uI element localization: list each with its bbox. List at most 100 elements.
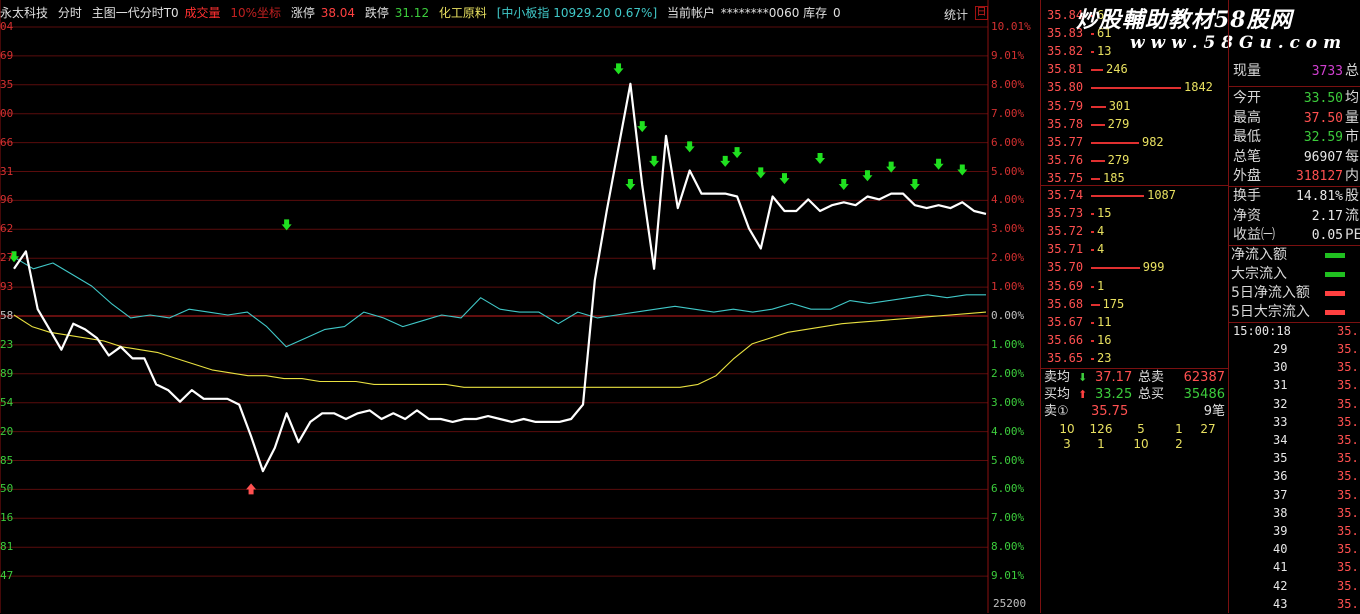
buy-signal-arrow-icon[interactable] — [246, 483, 257, 495]
right-axis-tick: 4.00% — [991, 193, 1025, 207]
stats-box-button[interactable]: 日 — [975, 6, 988, 20]
tick-row[interactable]: 34 35. — [1229, 431, 1360, 450]
queue-order-size: 1 — [1097, 437, 1105, 451]
ask-level[interactable]: 35.78 279 — [1041, 115, 1229, 134]
level-volume-bar — [1091, 357, 1094, 360]
tick-row[interactable]: 33 35. — [1229, 413, 1360, 432]
limit-down-value: 31.12 — [394, 6, 430, 20]
bid-level[interactable]: 35.70 999 — [1041, 258, 1229, 277]
sell-signal-arrow-icon[interactable] — [815, 152, 826, 164]
sell-signal-arrow-icon[interactable] — [838, 178, 849, 190]
bid-level[interactable]: 35.65 23 — [1041, 349, 1229, 368]
tick-row[interactable]: 30 35. — [1229, 358, 1360, 377]
limit-down-label: 跌停 — [364, 6, 389, 20]
tick-row[interactable]: 40 35. — [1229, 540, 1360, 559]
tick-second: 31 — [1273, 378, 1288, 393]
right-axis-tick: 3.00% — [991, 395, 1025, 409]
fund-flow-row: 大宗流入 — [1229, 265, 1360, 284]
sell-signal-arrow-icon[interactable] — [957, 164, 968, 176]
sell-signal-arrow-icon[interactable] — [755, 167, 766, 179]
buy-avg-row: 买均 ⬆ 33.25 总买 35486 — [1041, 387, 1229, 403]
right-axis-tick: 1.00% — [991, 337, 1025, 351]
left-axis-tick: 23 — [0, 337, 14, 351]
sell-signal-arrow-icon[interactable] — [281, 219, 292, 231]
ask-level[interactable]: 35.77 982 — [1041, 133, 1229, 152]
tick-second: 35 — [1273, 451, 1288, 466]
tick-row[interactable]: 42 35. — [1229, 577, 1360, 596]
bid-level[interactable]: 35.72 4 — [1041, 222, 1229, 241]
tick-second: 36 — [1273, 469, 1288, 484]
quote-panel: 现量 3733 总 今开 33.50 均最高 37.50 量最低 32.59 市总笔 9690… — [1228, 0, 1360, 613]
total-buy-label: 总买 — [1138, 387, 1165, 402]
industry-label[interactable]: 化工原料 — [439, 6, 487, 20]
left-axis-tick: 85 — [0, 453, 14, 467]
tick-row[interactable]: 36 35. — [1229, 467, 1360, 486]
sell-signal-arrow-icon[interactable] — [779, 173, 790, 185]
left-axis-tick: 62 — [0, 222, 14, 236]
level-price: 35.66 — [1047, 332, 1084, 347]
book-summary-divider — [1041, 368, 1229, 369]
tick-second: 43 — [1273, 596, 1288, 611]
tick-row[interactable]: 41 35. — [1229, 558, 1360, 577]
right-axis-tick: 9.01% — [991, 569, 1025, 583]
tick-row[interactable]: 39 35. — [1229, 522, 1360, 541]
stock-name[interactable]: 永太科技 — [0, 6, 48, 20]
left-axis-tick: 50 — [0, 482, 14, 496]
sell-signal-arrow-icon[interactable] — [649, 155, 660, 167]
queue-row-2: 3 1 10 2 — [1041, 436, 1229, 452]
bid-level[interactable]: 35.69 1 — [1041, 277, 1229, 296]
sell-signal-arrow-icon[interactable] — [625, 178, 636, 190]
stats-button[interactable]: 统计 — [944, 6, 968, 23]
level-volume: 175 — [1102, 296, 1125, 311]
tick-row[interactable]: 38 35. — [1229, 504, 1360, 523]
level-price: 35.68 — [1047, 296, 1084, 311]
sell-signal-arrow-icon[interactable] — [637, 121, 648, 133]
chart-mode[interactable]: 分时 — [58, 6, 82, 20]
indicator-name[interactable]: 主图一代分时T0 — [92, 6, 179, 20]
right-axis-tick: 7.00% — [991, 511, 1025, 525]
chart-canvas[interactable] — [0, 0, 1040, 613]
ask-level[interactable]: 35.81 246 — [1041, 60, 1229, 79]
tick-row[interactable]: 32 35. — [1229, 395, 1360, 414]
buy-avg-label: 买均 — [1044, 387, 1071, 402]
stat-value: 0.05 — [1311, 228, 1343, 243]
bid-level[interactable]: 35.71 4 — [1041, 240, 1229, 259]
average-line — [13, 311, 987, 388]
sell-signal-arrow-icon[interactable] — [909, 178, 920, 190]
index-ticker[interactable]: [中小板指 10929.20 0.67%] — [497, 6, 657, 20]
tick-row[interactable]: 35 35. — [1229, 449, 1360, 468]
level-price: 35.74 — [1047, 188, 1084, 202]
tick-row[interactable]: 43 35. — [1229, 595, 1360, 614]
sell-signal-arrow-icon[interactable] — [732, 147, 743, 159]
account-value: ********0060 — [720, 6, 800, 20]
intraday-chart[interactable]: 永太科技 分时 主图一代分时T0 成交量 10%坐标 涨停 38.04 跌停 3… — [0, 0, 1040, 613]
bid-level[interactable]: 35.73 15 — [1041, 204, 1229, 223]
right-axis-tick: 2.00% — [991, 251, 1025, 265]
queue-order-size: 5 — [1137, 422, 1145, 436]
right-axis-tick: 8.00% — [991, 77, 1025, 91]
stat-label: 外盘 — [1233, 168, 1261, 184]
sell-signal-arrow-icon[interactable] — [933, 158, 944, 170]
level-price: 35.72 — [1047, 224, 1084, 239]
ask-level[interactable]: 35.79 301 — [1041, 97, 1229, 116]
bid-level[interactable]: 35.68 175 — [1041, 295, 1229, 314]
bid-level[interactable]: 35.67 11 — [1041, 313, 1229, 332]
tick-row[interactable]: 31 35. — [1229, 376, 1360, 395]
sell-signal-arrow-icon[interactable] — [886, 161, 897, 173]
fund-flow-label: 大宗流入 — [1231, 266, 1287, 282]
stat-value: 37.50 — [1303, 110, 1343, 126]
level-price: 35.71 — [1047, 242, 1084, 257]
bid-level[interactable]: 35.66 16 — [1041, 331, 1229, 350]
sell-signal-arrow-icon[interactable] — [613, 63, 624, 75]
tick-second: 41 — [1273, 560, 1288, 575]
ask-level[interactable]: 35.80 1842 — [1041, 78, 1229, 97]
tick-row[interactable]: 37 35. — [1229, 486, 1360, 505]
ask-level[interactable]: 35.76 279 — [1041, 151, 1229, 170]
sell-signal-arrow-icon[interactable] — [720, 155, 731, 167]
bid-level[interactable]: 35.74 1087 — [1041, 186, 1229, 205]
up-arrow-icon: ⬆ — [1078, 388, 1088, 401]
sector-label[interactable]: 10%坐标 — [230, 6, 281, 20]
volume-label[interactable]: 成交量 — [184, 6, 220, 20]
tick-row[interactable]: 29 35. — [1229, 340, 1360, 359]
tick-second: 37 — [1273, 487, 1288, 502]
